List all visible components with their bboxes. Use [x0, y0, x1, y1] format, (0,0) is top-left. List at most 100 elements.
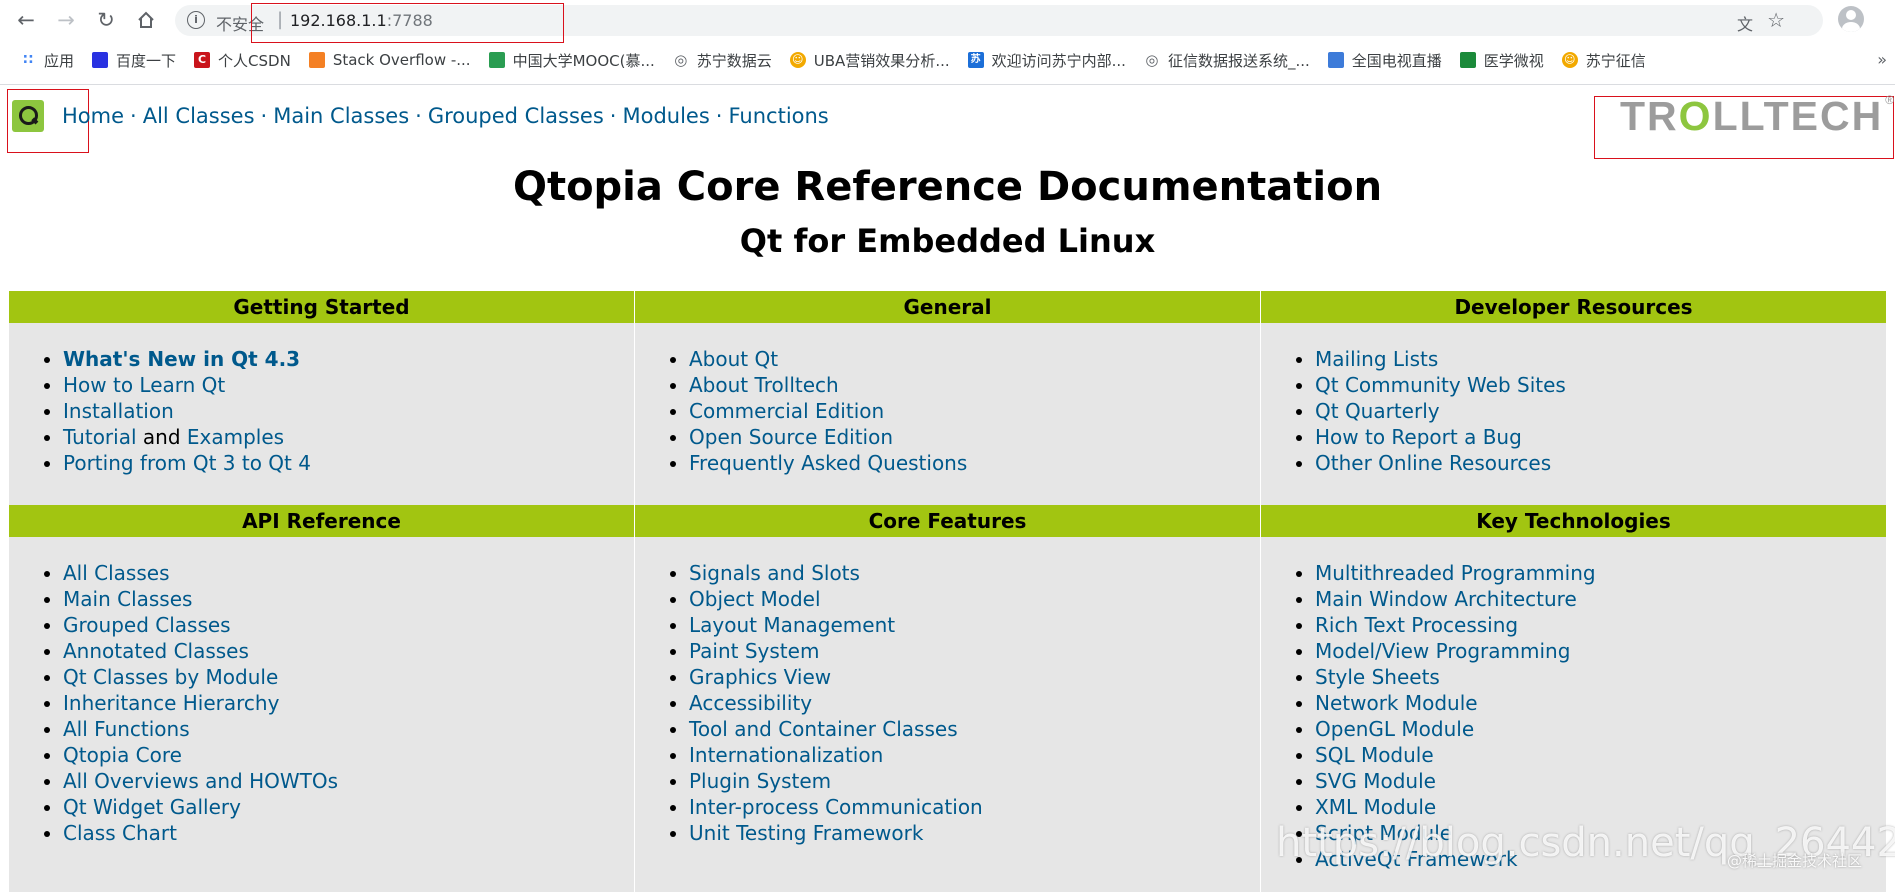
bookmark-star-icon[interactable]: ☆	[1767, 8, 1785, 32]
baidu-paw-icon	[92, 52, 109, 68]
bookmark-item[interactable]: ◎ 征信数据报送系统_...	[1144, 50, 1309, 71]
nav-link-functions[interactable]: Functions	[728, 104, 828, 128]
bookmark-label: 欢迎访问苏宁内部...	[991, 51, 1126, 70]
doc-link-how-to-report-a-bug[interactable]: How to Report a Bug	[1315, 425, 1522, 449]
doc-link-other-online-resources[interactable]: Other Online Resources	[1315, 451, 1551, 475]
list-item: Qt Widget Gallery	[63, 794, 634, 820]
doc-link-xml-module[interactable]: XML Module	[1315, 795, 1436, 819]
back-arrow-icon[interactable]: ←	[12, 6, 40, 34]
doc-link-model-view-programming[interactable]: Model/View Programming	[1315, 639, 1570, 663]
bookmark-item[interactable]: 中国大学MOOC(慕...	[488, 50, 655, 71]
qt-logo-icon[interactable]	[12, 100, 44, 132]
doc-link-network-module[interactable]: Network Module	[1315, 691, 1478, 715]
mooc-icon	[488, 52, 505, 68]
doc-link-main-classes[interactable]: Main Classes	[63, 587, 192, 611]
bookmark-item[interactable]: 百度一下	[92, 50, 176, 71]
list-item: Annotated Classes	[63, 638, 634, 664]
list-item: All Functions	[63, 716, 634, 742]
list-item: SQL Module	[1315, 742, 1886, 768]
doc-link-inheritance-hierarchy[interactable]: Inheritance Hierarchy	[63, 691, 279, 715]
doc-link-porting-from-qt-3-to-qt-4[interactable]: Porting from Qt 3 to Qt 4	[63, 451, 311, 475]
section-header-api-reference: API Reference	[9, 505, 635, 537]
doc-link-opengl-module[interactable]: OpenGL Module	[1315, 717, 1474, 741]
doc-link-unit-testing-framework[interactable]: Unit Testing Framework	[689, 821, 923, 845]
bookmarks-overflow-icon[interactable]: »	[1877, 50, 1887, 69]
doc-link-annotated-classes[interactable]: Annotated Classes	[63, 639, 249, 663]
bookmark-label: Stack Overflow -...	[332, 51, 471, 69]
nav-link-home[interactable]: Home	[62, 104, 124, 128]
doc-link-multithreaded-programming[interactable]: Multithreaded Programming	[1315, 561, 1596, 585]
doc-link-svg-module[interactable]: SVG Module	[1315, 769, 1436, 793]
nav-separator: ·	[415, 104, 422, 128]
doc-link-frequently-asked-questions[interactable]: Frequently Asked Questions	[689, 451, 967, 475]
bookmark-item[interactable]: 苏欢迎访问苏宁内部...	[967, 50, 1126, 71]
bookmark-item[interactable]: ☺ 苏宁征信	[1561, 50, 1646, 71]
doc-link-commercial-edition[interactable]: Commercial Edition	[689, 399, 884, 423]
doc-link-qt-widget-gallery[interactable]: Qt Widget Gallery	[63, 795, 241, 819]
nav-link-all-classes[interactable]: All Classes	[143, 104, 255, 128]
doc-link-installation[interactable]: Installation	[63, 399, 174, 423]
list-item: Mailing Lists	[1315, 346, 1886, 372]
translate-icon[interactable]: 文	[1737, 11, 1753, 35]
list-item: How to Report a Bug	[1315, 424, 1886, 450]
doc-link-how-to-learn-qt[interactable]: How to Learn Qt	[63, 373, 225, 397]
doc-link-open-source-edition[interactable]: Open Source Edition	[689, 425, 893, 449]
doc-link-all-functions[interactable]: All Functions	[63, 717, 190, 741]
doc-link-layout-management[interactable]: Layout Management	[689, 613, 895, 637]
doc-link-signals-and-slots[interactable]: Signals and Slots	[689, 561, 860, 585]
nav-link-modules[interactable]: Modules	[622, 104, 709, 128]
doc-link-graphics-view[interactable]: Graphics View	[689, 665, 831, 689]
link-list: Mailing ListsQt Community Web SitesQt Qu…	[1261, 323, 1886, 505]
doc-link-sql-module[interactable]: SQL Module	[1315, 743, 1434, 767]
bookmark-item[interactable]: Stack Overflow -...	[308, 51, 471, 69]
doc-link-about-qt[interactable]: About Qt	[689, 347, 778, 371]
doc-link-all-overviews-and-howtos[interactable]: All Overviews and HOWTOs	[63, 769, 338, 793]
bookmark-item[interactable]: C 个人CSDN	[194, 50, 291, 71]
bookmark-label: 个人CSDN	[218, 51, 291, 70]
bookmark-item[interactable]: ∷ 应用	[20, 50, 74, 71]
nav-link-grouped-classes[interactable]: Grouped Classes	[428, 104, 604, 128]
doc-link-qt-community-web-sites[interactable]: Qt Community Web Sites	[1315, 373, 1566, 397]
doc-link-qt-quarterly[interactable]: Qt Quarterly	[1315, 399, 1440, 423]
doc-link-all-classes[interactable]: All Classes	[63, 561, 170, 585]
doc-link-examples[interactable]: Examples	[187, 425, 284, 449]
list-item: Layout Management	[689, 612, 1260, 638]
doc-link-rich-text-processing[interactable]: Rich Text Processing	[1315, 613, 1518, 637]
brand-text-start: TR	[1620, 93, 1679, 139]
bookmark-item[interactable]: 全国电视直播	[1327, 50, 1442, 71]
bookmark-item[interactable]: 医学微视	[1459, 50, 1544, 71]
bookmark-item[interactable]: ☺ UBA营销效果分析...	[789, 50, 950, 71]
doc-link-accessibility[interactable]: Accessibility	[689, 691, 812, 715]
bookmark-label: 苏宁征信	[1585, 51, 1646, 70]
globe-icon: ◎	[674, 51, 688, 69]
address-bar[interactable]: i 不安全 | 192.168.1.1:7788 文 ☆	[175, 5, 1823, 36]
doc-link-plugin-system[interactable]: Plugin System	[689, 769, 831, 793]
bookmark-item[interactable]: ◎ 苏宁数据云	[673, 50, 772, 71]
nav-link-main-classes[interactable]: Main Classes	[273, 104, 409, 128]
bookmark-label: UBA营销效果分析...	[813, 51, 950, 70]
profile-avatar[interactable]	[1838, 6, 1864, 32]
home-icon[interactable]	[132, 6, 160, 34]
doc-link-class-chart[interactable]: Class Chart	[63, 821, 177, 845]
url-text[interactable]: 192.168.1.1:7788	[290, 11, 433, 30]
doc-link-about-trolltech[interactable]: About Trolltech	[689, 373, 839, 397]
brand-text-end: LLTECH	[1712, 93, 1884, 139]
section-header-general: General	[635, 291, 1261, 323]
forward-arrow-icon[interactable]: →	[52, 6, 80, 34]
doc-link-qtopia-core[interactable]: Qtopia Core	[63, 743, 182, 767]
doc-link-mailing-lists[interactable]: Mailing Lists	[1315, 347, 1438, 371]
doc-link-object-model[interactable]: Object Model	[689, 587, 821, 611]
doc-link-tool-and-container-classes[interactable]: Tool and Container Classes	[689, 717, 958, 741]
reload-icon[interactable]: ↻	[92, 6, 120, 34]
doc-link-qt-classes-by-module[interactable]: Qt Classes by Module	[63, 665, 278, 689]
doc-link-grouped-classes[interactable]: Grouped Classes	[63, 613, 231, 637]
doc-link-inter-process-communication[interactable]: Inter-process Communication	[689, 795, 983, 819]
doc-link-tutorial[interactable]: Tutorial	[63, 425, 137, 449]
doc-link-what-s-new-in-qt-4-3[interactable]: What's New in Qt 4.3	[63, 347, 300, 371]
doc-link-paint-system[interactable]: Paint System	[689, 639, 819, 663]
doc-link-internationalization[interactable]: Internationalization	[689, 743, 883, 767]
doc-link-style-sheets[interactable]: Style Sheets	[1315, 665, 1440, 689]
doc-link-main-window-architecture[interactable]: Main Window Architecture	[1315, 587, 1577, 611]
trolltech-logo[interactable]: TROLLTECH ®	[1620, 93, 1895, 140]
info-icon[interactable]: i	[187, 11, 205, 29]
